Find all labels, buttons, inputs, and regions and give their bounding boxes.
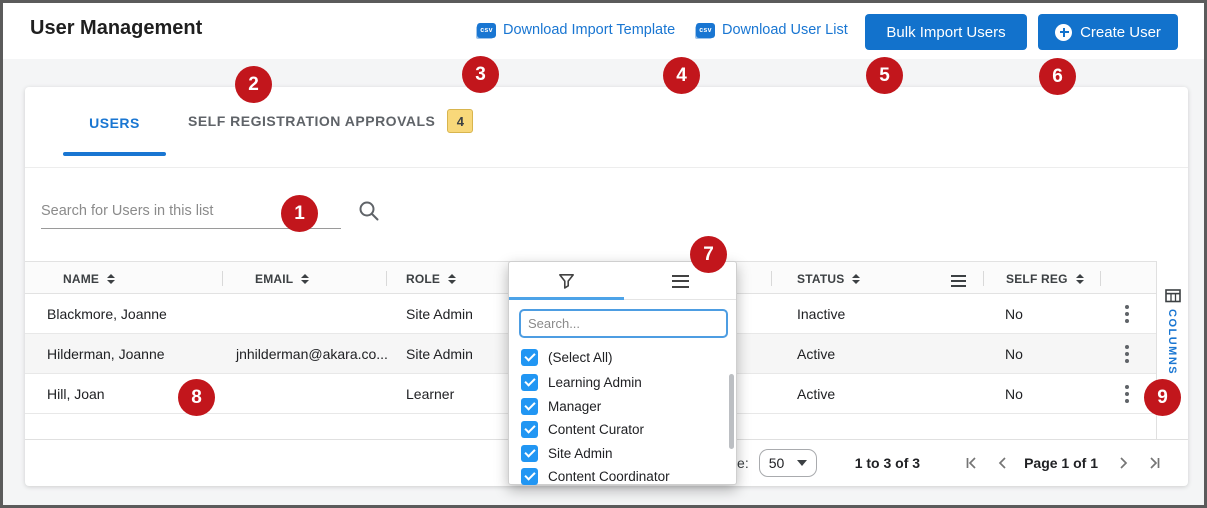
columns-grid-icon bbox=[1165, 289, 1181, 308]
column-divider bbox=[1100, 271, 1101, 286]
cell-self-reg: No bbox=[1005, 306, 1023, 322]
sort-icon bbox=[1075, 273, 1084, 284]
filter-option-select-all[interactable]: (Select All) bbox=[509, 345, 736, 369]
cell-status: Active bbox=[797, 386, 836, 402]
chevron-down-icon bbox=[796, 460, 807, 466]
role-filter-popup: (Select All) Learning Admin Manager Cont… bbox=[508, 261, 737, 485]
popup-scrollbar-thumb[interactable] bbox=[729, 374, 734, 449]
cell-name: Blackmore, Joanne bbox=[47, 306, 167, 322]
previous-page-button[interactable] bbox=[994, 454, 1012, 472]
row-range-text: 1 to 3 of 3 bbox=[854, 455, 921, 471]
column-header-name[interactable]: NAME bbox=[63, 262, 116, 295]
checkbox-checked-icon[interactable] bbox=[521, 348, 538, 366]
row-actions-kebab-icon[interactable] bbox=[1119, 374, 1135, 414]
row-actions-kebab-icon[interactable] bbox=[1119, 294, 1135, 334]
bulk-import-users-button[interactable]: Bulk Import Users bbox=[865, 14, 1027, 50]
page-title: User Management bbox=[30, 17, 203, 39]
plus-circle-icon bbox=[1055, 23, 1073, 41]
tab-bar: USERS SELF REGISTRATION APPROVALS 4 bbox=[25, 87, 1188, 168]
annotation-badge-2: 2 bbox=[235, 66, 272, 103]
cell-name: Hill, Joan bbox=[47, 386, 105, 402]
checkbox-checked-icon[interactable] bbox=[521, 373, 538, 391]
download-import-template-link[interactable]: csv Download Import Template bbox=[477, 22, 675, 38]
tab-self-registration-approvals[interactable]: SELF REGISTRATION APPROVALS 4 bbox=[188, 109, 474, 133]
sort-icon bbox=[852, 273, 861, 284]
create-user-label: Create User bbox=[1080, 23, 1161, 41]
column-header-self-reg[interactable]: SELF REG bbox=[1006, 262, 1084, 295]
column-divider bbox=[771, 271, 772, 286]
cell-self-reg: No bbox=[1005, 346, 1023, 362]
column-header-email[interactable]: EMAIL bbox=[255, 262, 310, 295]
user-management-screen: User Management csv Download Import Temp… bbox=[0, 0, 1207, 508]
cell-status: Active bbox=[797, 346, 836, 362]
sort-icon bbox=[301, 273, 310, 284]
page-size-select[interactable]: 50 bbox=[758, 449, 817, 477]
last-page-button[interactable] bbox=[1146, 454, 1164, 472]
filter-option[interactable]: Manager bbox=[509, 394, 736, 418]
download-import-template-label: Download Import Template bbox=[503, 22, 676, 38]
cell-status: Inactive bbox=[797, 306, 846, 322]
download-user-list-link[interactable]: csv Download User List bbox=[696, 22, 848, 38]
checkbox-checked-icon[interactable] bbox=[521, 444, 538, 462]
annotation-badge-1: 1 bbox=[281, 195, 318, 232]
filter-option[interactable]: Site Admin bbox=[509, 441, 736, 465]
self-registration-count-badge: 4 bbox=[447, 109, 474, 133]
annotation-badge-6: 6 bbox=[1039, 58, 1076, 95]
first-page-button[interactable] bbox=[962, 454, 980, 472]
annotation-badge-5: 5 bbox=[866, 57, 903, 94]
cell-role: Learner bbox=[406, 386, 455, 402]
cell-role: Site Admin bbox=[406, 306, 473, 322]
csv-file-icon: csv bbox=[696, 22, 715, 38]
search-icon[interactable] bbox=[357, 199, 381, 228]
csv-file-icon: csv bbox=[477, 22, 496, 38]
cell-self-reg: No bbox=[1005, 386, 1023, 402]
row-actions-kebab-icon[interactable] bbox=[1119, 334, 1135, 374]
filter-option[interactable]: Content Curator bbox=[509, 417, 736, 441]
sort-icon bbox=[448, 273, 457, 284]
tab-users[interactable]: USERS bbox=[63, 115, 166, 131]
columns-panel-label: COLUMNS bbox=[1166, 309, 1178, 376]
download-user-list-label: Download User List bbox=[722, 22, 848, 38]
filter-option[interactable]: Learning Admin bbox=[509, 370, 736, 394]
checkbox-checked-icon[interactable] bbox=[521, 420, 538, 438]
column-header-status[interactable]: STATUS bbox=[797, 262, 861, 295]
hamburger-menu-icon bbox=[671, 274, 689, 288]
cell-role: Site Admin bbox=[406, 346, 473, 362]
cell-name: Hilderman, Joanne bbox=[47, 346, 165, 362]
annotation-badge-9: 9 bbox=[1144, 379, 1181, 416]
filter-popup-active-tab-indicator bbox=[509, 297, 624, 300]
filter-tab[interactable] bbox=[509, 262, 623, 300]
active-tab-indicator bbox=[63, 152, 166, 156]
column-header-role[interactable]: ROLE bbox=[406, 262, 457, 295]
sort-icon bbox=[107, 273, 116, 284]
annotation-badge-7: 7 bbox=[690, 236, 727, 273]
annotation-badge-3: 3 bbox=[462, 56, 499, 93]
create-user-button[interactable]: Create User bbox=[1038, 14, 1178, 50]
filter-option[interactable]: Content Coordinator bbox=[509, 464, 736, 488]
funnel-filter-icon bbox=[558, 273, 574, 289]
annotation-badge-8: 8 bbox=[178, 379, 215, 416]
filter-search-input[interactable] bbox=[519, 309, 728, 338]
column-divider bbox=[983, 271, 984, 286]
checkbox-checked-icon[interactable] bbox=[521, 397, 538, 415]
column-divider bbox=[222, 271, 223, 286]
checkbox-checked-icon[interactable] bbox=[521, 467, 538, 485]
page-size-value: 50 bbox=[768, 455, 785, 471]
next-page-button[interactable] bbox=[1114, 454, 1132, 472]
page-indicator-text: Page 1 of 1 bbox=[1024, 455, 1098, 471]
column-divider bbox=[386, 271, 387, 286]
cell-email: jnhilderman@akara.co... bbox=[236, 346, 388, 362]
annotation-badge-4: 4 bbox=[663, 57, 700, 94]
column-menu-icon[interactable] bbox=[951, 275, 966, 287]
tab-self-registration-label: SELF REGISTRATION APPROVALS bbox=[188, 113, 436, 129]
